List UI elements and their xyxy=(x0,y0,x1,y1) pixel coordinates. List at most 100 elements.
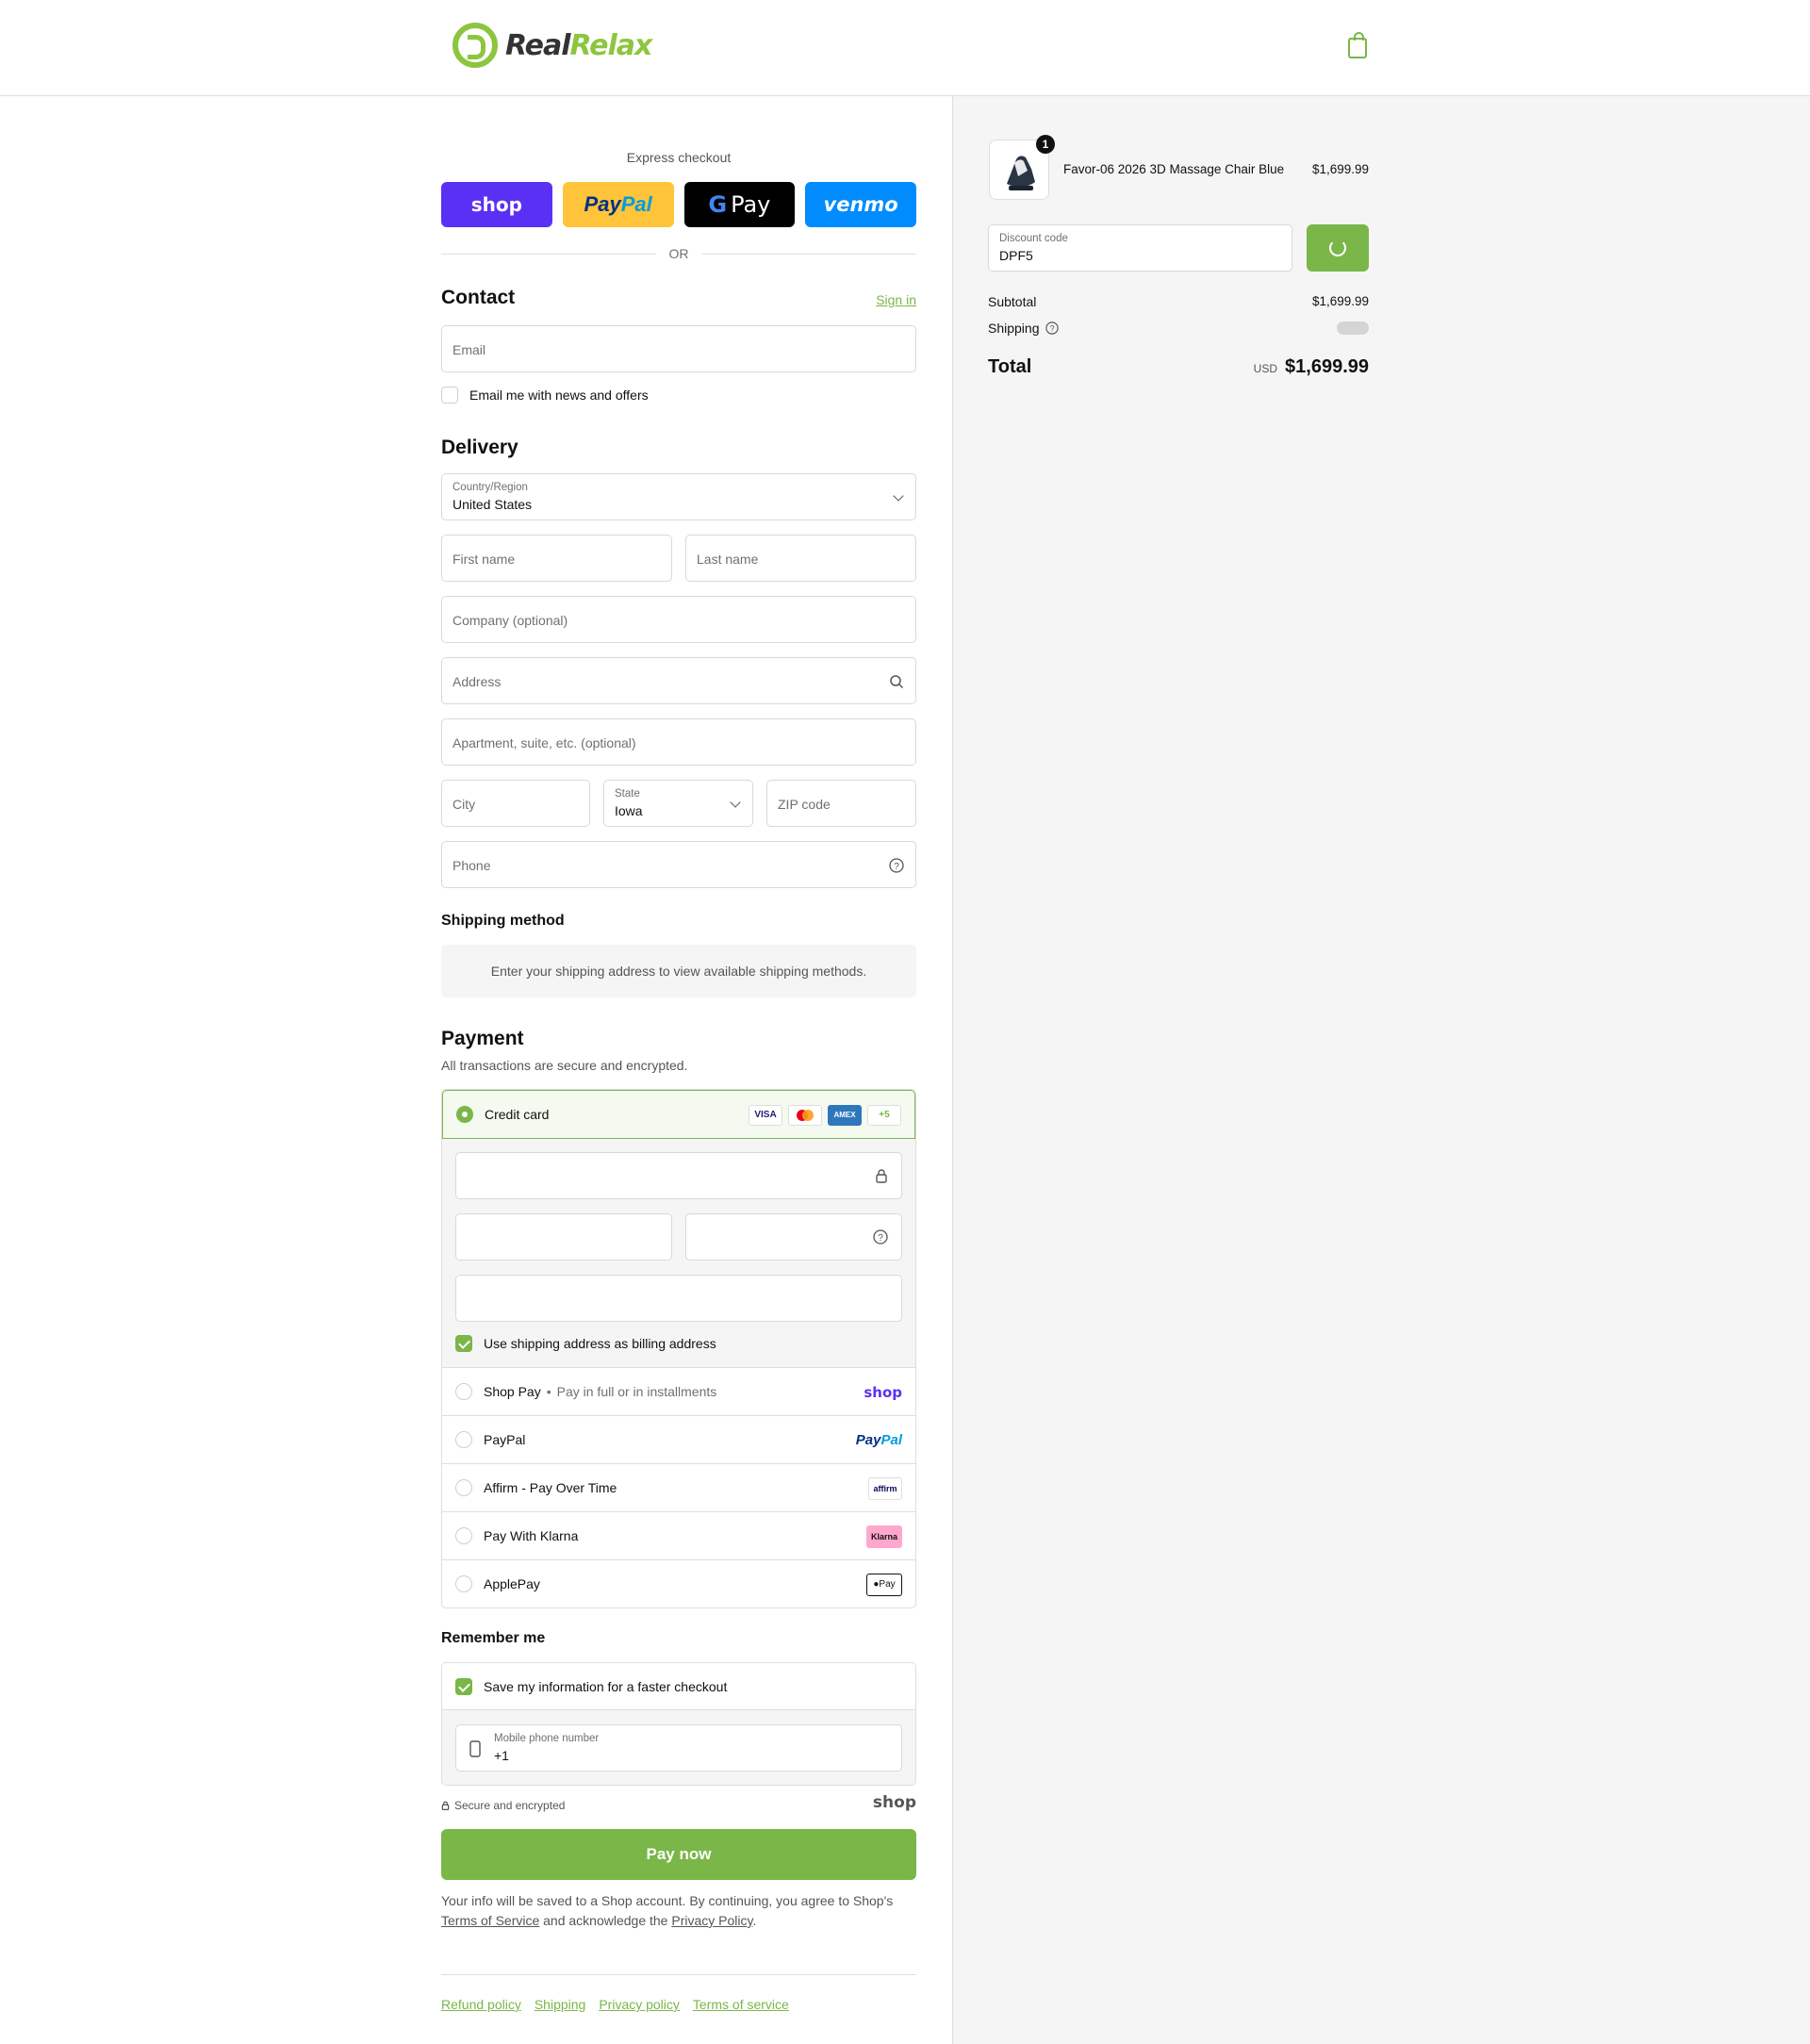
lock-icon xyxy=(876,1169,887,1183)
header: RealRelax xyxy=(0,0,1810,96)
affirm-radio[interactable] xyxy=(455,1479,472,1496)
total-amount: USD $1,699.99 xyxy=(1254,356,1369,378)
save-info-row[interactable]: Save my information for a faster checkou… xyxy=(442,1663,915,1710)
mobile-phone-field[interactable]: Mobile phone number +1 xyxy=(455,1724,902,1772)
state-select[interactable]: State Iowa xyxy=(603,780,753,827)
news-checkbox[interactable] xyxy=(441,387,458,404)
search-icon xyxy=(890,675,904,689)
apple-pay-logo: ●Pay xyxy=(866,1573,902,1596)
svg-text:?: ? xyxy=(1049,324,1054,334)
email-field[interactable]: Email xyxy=(441,325,916,372)
credit-card-radio[interactable] xyxy=(456,1106,473,1123)
company-field[interactable]: Company (optional) xyxy=(441,596,916,643)
terms-of-service-link[interactable]: Terms of Service xyxy=(441,1913,539,1928)
footer-links: Refund policy Shipping Privacy policy Te… xyxy=(441,1997,789,2012)
shipping-method-title: Shipping method xyxy=(441,913,565,929)
shop-pay-option[interactable]: Shop Pay • Pay in full or in installments … xyxy=(442,1367,915,1415)
applepay-option[interactable]: ApplePay ●Pay xyxy=(442,1559,915,1607)
credit-card-option[interactable]: Credit card VISA AMEX +5 xyxy=(442,1090,915,1139)
brand-logo[interactable]: RealRelax xyxy=(452,23,652,68)
contact-title: Contact xyxy=(441,287,516,308)
brand-name-part2: Relax xyxy=(569,28,652,62)
lock-icon xyxy=(441,1801,450,1810)
zip-field[interactable]: ZIP code xyxy=(766,780,916,827)
more-cards-badge: +5 xyxy=(867,1104,901,1126)
billing-same-checkbox[interactable] xyxy=(455,1335,472,1352)
payment-title: Payment xyxy=(441,1028,524,1049)
applepay-radio[interactable] xyxy=(455,1575,472,1592)
logo-icon xyxy=(452,23,498,68)
address-field[interactable]: Address xyxy=(441,657,916,704)
privacy-policy-link[interactable]: Privacy Policy xyxy=(671,1913,752,1928)
payment-methods: Credit card VISA AMEX +5 ? Use shipping … xyxy=(441,1089,916,1608)
paypal-radio[interactable] xyxy=(455,1431,472,1448)
paypal-option[interactable]: PayPal PayPal xyxy=(442,1415,915,1463)
paypal-express-button[interactable]: Pay Pal xyxy=(562,182,674,227)
terms-of-service-footer-link[interactable]: Terms of service xyxy=(693,1997,789,2012)
total-label: Total xyxy=(988,356,1032,377)
phone-field[interactable]: Phone ? xyxy=(441,841,916,888)
news-checkbox-row[interactable]: Email me with news and offers xyxy=(441,387,649,404)
shipping-method-message: Enter your shipping address to view avai… xyxy=(441,945,916,997)
save-info-checkbox[interactable] xyxy=(455,1677,472,1695)
loading-spinner-icon xyxy=(1329,239,1346,256)
shop-logo: shop xyxy=(872,1793,916,1812)
venmo-express-button[interactable]: venmo xyxy=(805,182,916,227)
klarna-option[interactable]: Pay With Klarna Klarna xyxy=(442,1511,915,1559)
billing-address-row[interactable]: Use shipping address as billing address xyxy=(455,1335,716,1352)
shipping-link[interactable]: Shipping xyxy=(535,1997,586,2012)
quantity-badge: 1 xyxy=(1036,135,1055,154)
amex-icon: AMEX xyxy=(828,1104,862,1126)
legal-text: Your info will be saved to a Shop accoun… xyxy=(441,1893,894,1928)
order-summary-panel xyxy=(952,96,1810,2044)
or-divider: OR xyxy=(441,244,916,263)
google-icon: G xyxy=(708,191,728,218)
security-code-field[interactable]: ? xyxy=(685,1213,902,1261)
sign-in-link[interactable]: Sign in xyxy=(876,292,916,307)
affirm-option[interactable]: Affirm - Pay Over Time affirm xyxy=(442,1463,915,1511)
name-on-card-field[interactable] xyxy=(455,1275,902,1322)
paypal-logo: PayPal xyxy=(855,1432,902,1448)
first-name-field[interactable]: First name xyxy=(441,535,672,582)
remember-me-box: Save my information for a faster checkou… xyxy=(441,1662,916,1786)
remember-me-title: Remember me xyxy=(441,1630,546,1646)
country-select[interactable]: Country/Region United States xyxy=(441,473,916,520)
apply-discount-button[interactable] xyxy=(1307,224,1369,272)
expiration-date-field[interactable] xyxy=(455,1213,672,1261)
total-value: $1,699.99 xyxy=(1285,356,1369,377)
express-checkout-title: Express checkout xyxy=(626,150,732,165)
klarna-logo: Klarna xyxy=(866,1525,902,1548)
express-buttons: shop Pay Pal G Pay venmo xyxy=(441,182,916,227)
help-icon[interactable]: ? xyxy=(873,1229,888,1245)
shop-pay-express-button[interactable]: shop xyxy=(441,182,552,227)
pay-now-button[interactable]: Pay now xyxy=(441,1829,916,1880)
apartment-field[interactable]: Apartment, suite, etc. (optional) xyxy=(441,718,916,766)
mobile-phone-icon xyxy=(469,1740,481,1757)
credit-card-form: ? Use shipping address as billing addres… xyxy=(442,1139,915,1367)
subtotal-label: Subtotal xyxy=(988,294,1037,309)
last-name-field[interactable]: Last name xyxy=(685,535,916,582)
shipping-label-row: Shipping ? xyxy=(988,321,1059,336)
help-icon[interactable]: ? xyxy=(889,858,904,873)
city-field[interactable]: City xyxy=(441,780,590,827)
affirm-logo: affirm xyxy=(868,1476,902,1500)
mastercard-icon xyxy=(788,1104,822,1126)
card-number-field[interactable] xyxy=(455,1152,902,1199)
shop-pay-logo: shop xyxy=(864,1383,902,1401)
product-name: Favor-06 2026 3D Massage Chair Blue xyxy=(1063,162,1285,176)
shop-pay-radio[interactable] xyxy=(455,1383,472,1400)
discount-code-field[interactable]: Discount code DPF5 xyxy=(988,224,1292,272)
shopping-bag-icon[interactable] xyxy=(1348,32,1367,58)
google-pay-express-button[interactable]: G Pay xyxy=(683,182,796,227)
klarna-radio[interactable] xyxy=(455,1527,472,1544)
delivery-title: Delivery xyxy=(441,437,518,458)
refund-policy-link[interactable]: Refund policy xyxy=(441,1997,521,2012)
chevron-down-icon xyxy=(893,490,904,502)
privacy-policy-footer-link[interactable]: Privacy policy xyxy=(599,1997,680,2012)
payment-subtitle: All transactions are secure and encrypte… xyxy=(441,1058,688,1073)
help-icon[interactable]: ? xyxy=(1045,321,1059,335)
brand-name-part1: Real xyxy=(505,28,570,62)
subtotal-value: $1,699.99 xyxy=(1311,294,1369,308)
secure-note: Secure and encrypted xyxy=(441,1799,565,1812)
footer-divider xyxy=(441,1974,916,1975)
